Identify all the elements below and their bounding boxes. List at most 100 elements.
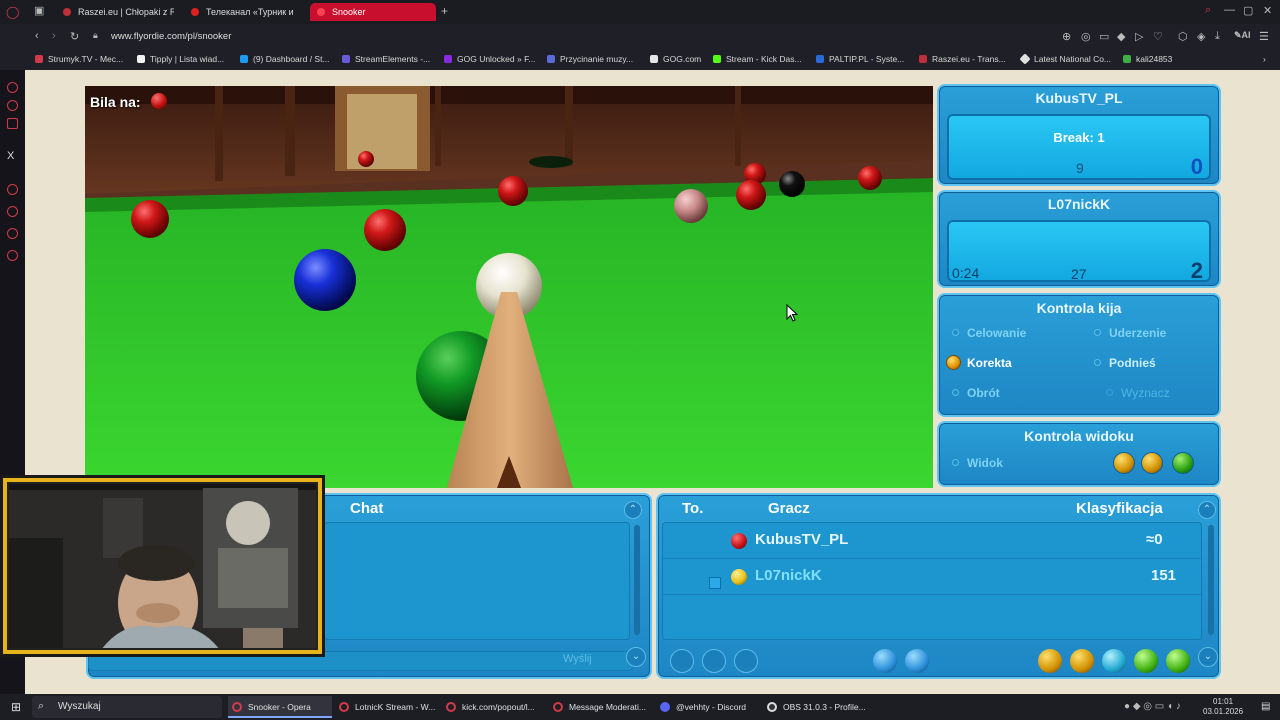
settings-disabled-icon[interactable]: [670, 649, 694, 673]
players-expand-icon[interactable]: ⌄: [1198, 647, 1218, 667]
webcam-feed: [3, 478, 322, 654]
player-row[interactable]: L07nickK 151: [663, 559, 1201, 595]
option-widok[interactable]: Widok: [952, 456, 1003, 470]
chat-title: Chat: [350, 500, 384, 517]
col-player-header: Gracz: [768, 500, 810, 517]
extensions-icon[interactable]: ⬡: [1178, 30, 1188, 43]
tables-icon[interactable]: [1102, 649, 1126, 673]
notifications-icon[interactable]: ▤: [1261, 701, 1270, 712]
option-korekta-selected[interactable]: Korekta: [946, 355, 1012, 370]
chat-scrollbar[interactable]: [634, 525, 640, 635]
option-uderzenie[interactable]: Uderzenie: [1094, 326, 1166, 340]
chat-expand-icon[interactable]: ⌄: [626, 647, 646, 667]
bookmark-item[interactable]: Stream - Kick Das...: [713, 54, 802, 64]
sidebar-clock-icon[interactable]: [7, 206, 18, 217]
new-tab-icon[interactable]: +: [441, 4, 448, 18]
download-icon[interactable]: ⤓: [1215, 30, 1220, 43]
help-icon[interactable]: [1134, 649, 1158, 673]
rankings-icon[interactable]: [1038, 649, 1062, 673]
heart-icon[interactable]: ♡: [1153, 30, 1163, 43]
options-gear-icon[interactable]: [873, 649, 897, 673]
taskbar-item-stream[interactable]: LotnicK Stream - W...: [335, 696, 439, 718]
bookmark-item[interactable]: Latest National Co...: [1019, 53, 1111, 65]
view-move-icon[interactable]: [1113, 452, 1135, 474]
taskbar-label: kick.com/popout/l...: [462, 702, 535, 712]
player-row[interactable]: KubusTV_PL ≈0: [663, 523, 1201, 559]
option-celowanie[interactable]: Celowanie: [952, 326, 1026, 340]
ai-button[interactable]: ✎AI: [1234, 30, 1251, 41]
reload-icon[interactable]: ↻: [70, 30, 79, 43]
player-ball-icon: [731, 533, 747, 549]
taskbar-item-moderation[interactable]: Message Moderati...: [549, 696, 653, 718]
players-collapse-icon[interactable]: ⌃: [1198, 501, 1216, 519]
view-rotate-icon[interactable]: [1141, 452, 1163, 474]
invite-disabled-icon[interactable]: [734, 649, 758, 673]
search-tabs-icon[interactable]: ⌕: [1205, 4, 1211, 17]
wallet-icon[interactable]: ◈: [1197, 30, 1205, 43]
taskbar-item-obs[interactable]: OBS 31.0.3 - Profile...: [763, 696, 867, 718]
clock[interactable]: 01:01 03.01.2026: [1203, 697, 1243, 717]
sidebar-bookmarks-icon[interactable]: [7, 228, 18, 239]
bookmark-item[interactable]: PALTIP.PL - Syste...: [816, 54, 904, 64]
bookmarks-more-icon[interactable]: ›: [1263, 54, 1266, 64]
forward-icon[interactable]: ›: [52, 30, 56, 42]
sidebar-x-icon[interactable]: X: [7, 150, 14, 162]
chat-send-button[interactable]: Wyślij: [563, 653, 592, 665]
sidebar-player-icon[interactable]: [7, 118, 18, 129]
sound-icon[interactable]: [905, 649, 929, 673]
play-icon[interactable]: ▷: [1135, 30, 1143, 43]
bookmark-item[interactable]: (9) Dashboard / St...: [240, 54, 330, 64]
tab-youtube[interactable]: Телеканал «Турник и: [184, 3, 304, 21]
snapshot-icon[interactable]: ▭: [1099, 30, 1109, 43]
players-scrollbar[interactable]: [1208, 525, 1214, 635]
url-field[interactable]: www.flyordie.com/pl/snooker: [111, 31, 231, 42]
view-top-icon[interactable]: [1172, 452, 1194, 474]
tab-snooker-active[interactable]: Snooker: [310, 3, 436, 21]
option-obrot[interactable]: Obrót: [952, 386, 1000, 400]
chat-collapse-icon[interactable]: ⌃: [624, 501, 642, 519]
taskbar-search[interactable]: ⌕ Wyszukaj: [32, 696, 222, 718]
bookmark-item[interactable]: kali24853: [1123, 54, 1172, 64]
bookmark-item[interactable]: GOG.com: [650, 54, 701, 64]
zoom-icon[interactable]: ⊕: [1062, 30, 1071, 43]
bookmark-item[interactable]: Tipply | Lista wiad...: [137, 54, 224, 64]
bookmark-item[interactable]: Przycinanie muzy...: [547, 54, 633, 64]
trophy-icon[interactable]: [1070, 649, 1094, 673]
tab-raszei[interactable]: Raszei.eu | Chłopaki z Ras: [56, 3, 174, 21]
bookmark-item[interactable]: Raszei.eu - Trans...: [919, 54, 1006, 64]
opera-logo-icon[interactable]: ◯: [6, 5, 19, 19]
taskbar-item-discord[interactable]: @vehhty - Discord: [656, 696, 760, 718]
taskbar-item-kick[interactable]: kick.com/popout/l...: [442, 696, 546, 718]
radio-selected-icon: [946, 355, 961, 370]
search-label: Wyszukaj: [58, 701, 101, 712]
shield-icon[interactable]: ◆: [1117, 30, 1125, 43]
view-control-panel: Kontrola widoku Widok: [937, 421, 1221, 487]
tabs-overview-icon[interactable]: ▣: [34, 4, 44, 17]
close-icon[interactable]: ✕: [1263, 4, 1272, 17]
sidebar-home-icon[interactable]: [7, 82, 18, 93]
bookmark-item[interactable]: StreamElements -...: [342, 54, 430, 64]
sidebar-messenger-icon[interactable]: [7, 100, 18, 111]
windows-start-icon[interactable]: ⊞: [11, 700, 21, 714]
tab-label: Snooker: [332, 7, 366, 17]
back-icon[interactable]: ‹: [35, 30, 39, 42]
camera-icon[interactable]: ◎: [1081, 30, 1091, 43]
maximize-icon[interactable]: ▢: [1243, 4, 1253, 17]
sidebar-history-icon[interactable]: [7, 184, 18, 195]
ball-on-text: Bila na:: [90, 94, 141, 110]
menu-icon[interactable]: ☰: [1259, 30, 1269, 43]
tray-icons[interactable]: ● ◆ ◎ ▭ ◖ ♪: [1124, 701, 1181, 712]
sidebar-settings-icon[interactable]: [7, 250, 18, 261]
option-podnies[interactable]: Podnieś: [1094, 356, 1156, 370]
bookmark-favicon-icon: [444, 55, 452, 63]
bookmark-item[interactable]: GOG Unlocked » F...: [444, 54, 535, 64]
bookmark-label: Tipply | Lista wiad...: [150, 54, 225, 64]
profile-disabled-icon[interactable]: [702, 649, 726, 673]
minimize-icon[interactable]: —: [1224, 4, 1235, 16]
bookmark-item[interactable]: Strumyk.TV - Mec...: [35, 54, 123, 64]
red-ball: [364, 209, 406, 251]
taskbar-item-snooker[interactable]: Snooker - Opera: [228, 696, 332, 718]
option-label: Korekta: [967, 356, 1012, 370]
exit-icon[interactable]: [1166, 649, 1190, 673]
snooker-table-view[interactable]: Bila na:: [85, 86, 933, 488]
